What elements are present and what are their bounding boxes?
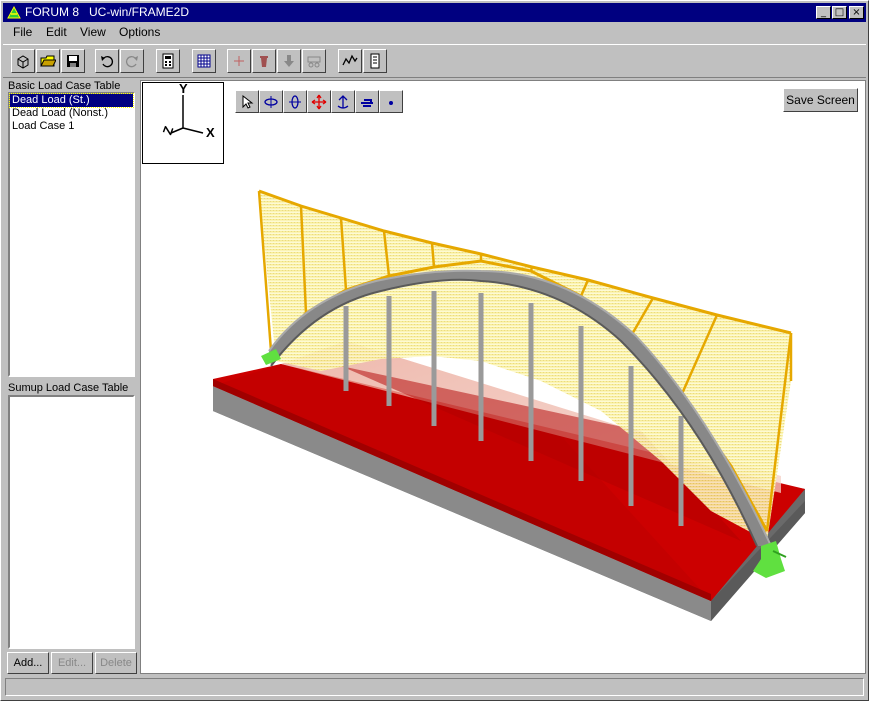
point-icon[interactable] [379,90,403,113]
save-screen-button[interactable]: Save Screen [783,88,858,112]
redo-icon[interactable] [120,49,144,73]
menu-options[interactable]: Options [119,25,160,39]
app-window: FORUM 8 UC-win/FRAME2D _ □ × File Edit V… [0,0,869,701]
cube-icon[interactable] [11,49,35,73]
member-force-icon[interactable] [338,49,362,73]
rotate-x-icon[interactable] [259,90,283,113]
main-toolbar [3,44,866,78]
load-arrow-icon[interactable] [277,49,301,73]
pan-icon[interactable] [307,90,331,113]
report-icon[interactable] [363,49,387,73]
edit-button[interactable]: Edit... [51,652,93,674]
close-button[interactable]: × [849,6,864,19]
grid-table-icon[interactable] [192,49,216,73]
delete-button[interactable]: Delete [95,652,137,674]
axis-y-label: Y [179,81,188,96]
basic-load-case-label: Basic Load Case Table [8,80,121,92]
window-title: FORUM 8 UC-win/FRAME2D [25,5,190,19]
add-node-icon[interactable] [227,49,251,73]
sumup-load-case-label: Sumup Load Case Table [8,382,129,394]
menu-edit[interactable]: Edit [46,25,67,39]
minimize-button[interactable]: _ [816,6,831,19]
view-side-icon[interactable] [355,90,379,113]
axis-indicator: Y Z X [142,81,224,164]
maximize-button[interactable]: □ [832,6,847,19]
menu-file[interactable]: File [13,25,32,39]
list-item[interactable]: Load Case 1 [10,120,133,133]
undo-icon[interactable] [95,49,119,73]
bridge-model-render [213,189,805,621]
select-arrow-icon[interactable] [235,90,259,113]
menu-bar: File Edit View Options [3,23,866,41]
axis-x-label: X [206,125,215,140]
save-disk-icon[interactable] [61,49,85,73]
sumup-load-case-list[interactable] [8,395,135,649]
title-bar: FORUM 8 UC-win/FRAME2D _ □ × [3,3,866,22]
menu-view[interactable]: View [80,25,106,39]
list-item[interactable]: Dead Load (St.) [9,93,134,108]
support-icon[interactable] [302,49,326,73]
status-bar [5,678,864,696]
3d-viewport[interactable]: Y Z X Save Screen [140,80,866,674]
forum8-logo-icon [7,5,21,19]
open-folder-icon[interactable] [36,49,60,73]
add-button[interactable]: Add... [7,652,49,674]
load-case-panel: Basic Load Case Table Dead Load (St.) De… [6,80,137,677]
rotate-y-icon[interactable] [283,90,307,113]
delete-member-icon[interactable] [252,49,276,73]
list-item[interactable]: Dead Load (Nonst.) [10,107,133,120]
calculator-sheet-icon[interactable] [156,49,180,73]
basic-load-case-list[interactable]: Dead Load (St.) Dead Load (Nonst.) Load … [8,92,135,377]
zoom-icon[interactable] [331,90,355,113]
